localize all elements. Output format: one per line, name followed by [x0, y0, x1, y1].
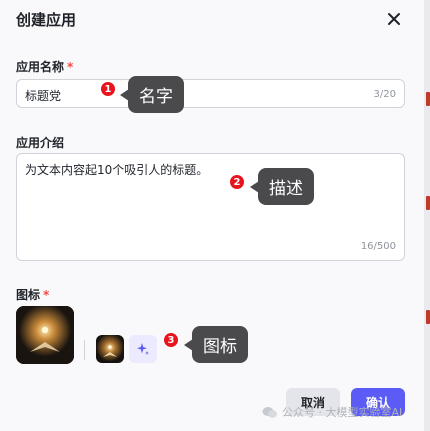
required-mark: *	[67, 60, 74, 74]
app-desc-count: 16/500	[360, 241, 396, 252]
app-name-count: 3/20	[373, 89, 396, 100]
edge-marker	[426, 196, 430, 210]
app-desc-textarea[interactable]: 为文本内容起10个吸引人的标题。 16/500	[16, 153, 405, 261]
annotation-callout-icon: 图标	[184, 326, 248, 363]
icon-option-thumbnail[interactable]	[96, 335, 124, 363]
app-desc-label: 应用介绍	[16, 136, 65, 150]
ai-generate-icon[interactable]	[129, 335, 157, 363]
app-desc-value: 为文本内容起10个吸引人的标题。	[25, 163, 209, 177]
close-icon[interactable]	[384, 9, 404, 29]
watermark: 公众号 · 大模型实验室AI	[262, 404, 402, 420]
annotation-badge-1: 1	[99, 80, 117, 98]
required-mark: *	[43, 288, 50, 302]
watermark-text: 公众号 · 大模型实验室AI	[282, 406, 403, 419]
app-icon-preview[interactable]	[16, 306, 74, 364]
annotation-badge-2: 2	[228, 173, 246, 191]
create-app-dialog: 创建应用 应用名称 * 标题党 3/20 应用介绍 为文本内容起10个吸引人的标题…	[0, 0, 424, 431]
annotation-callout-name: 名字	[120, 76, 184, 113]
wechat-icon	[262, 406, 277, 418]
background-edge	[424, 0, 430, 431]
app-name-value: 标题党	[25, 89, 62, 103]
app-name-input[interactable]: 标题党 3/20	[16, 79, 405, 108]
annotation-badge-3: 3	[162, 331, 180, 349]
dialog-title: 创建应用	[16, 11, 77, 29]
annotation-callout-desc: 描述	[250, 168, 314, 205]
edge-marker	[426, 92, 430, 106]
icon-divider	[84, 340, 85, 360]
icon-label: 图标 *	[16, 288, 50, 302]
edge-marker	[426, 310, 430, 324]
app-name-label: 应用名称 *	[16, 60, 74, 74]
